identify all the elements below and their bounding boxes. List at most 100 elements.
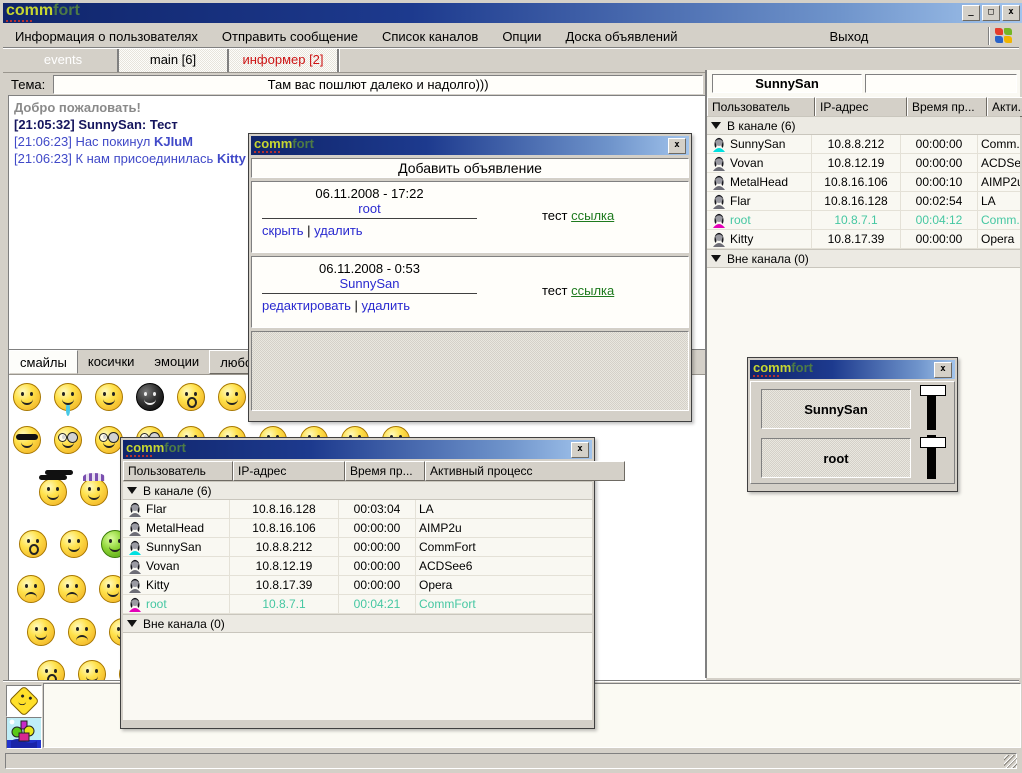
menu-item-2[interactable]: Список каналов — [370, 26, 490, 47]
board-entry-link[interactable]: ссылка — [571, 208, 614, 223]
user-row[interactable]: Kitty10.8.17.3900:00:00Opera — [123, 576, 592, 595]
maximize-button[interactable]: □ — [982, 5, 1000, 21]
column-header-2[interactable]: Время пр... — [345, 461, 425, 481]
user-name: SunnySan — [730, 137, 785, 151]
resize-grip[interactable] — [1004, 755, 1017, 768]
smiley-shades-icon[interactable] — [13, 426, 41, 454]
group-out-channel[interactable]: Вне канала (0) — [123, 614, 592, 633]
accessory-drop — [66, 404, 70, 416]
smiley-sad-icon[interactable] — [68, 618, 96, 646]
smiley-nerd-icon[interactable] — [54, 426, 82, 454]
minimize-button[interactable]: _ — [962, 5, 980, 21]
user-row[interactable]: SunnySan10.8.8.21200:00:00CommFort — [123, 538, 592, 557]
collapse-triangle-icon — [711, 255, 721, 267]
user-row[interactable]: MetalHead10.8.16.10600:00:10AIMP2u — [707, 173, 1020, 192]
user-avatar-icon — [712, 137, 726, 152]
column-header-3[interactable]: Акти... — [987, 97, 1022, 117]
volume-slider-handle[interactable] — [920, 437, 946, 448]
user-process-cell: CommFort — [416, 538, 592, 556]
smiley-indian-icon[interactable] — [80, 478, 108, 506]
smiley-oh-icon[interactable] — [177, 383, 205, 411]
board-action-удалить[interactable]: удалить — [314, 223, 362, 238]
board-entry-body: тест — [542, 208, 571, 223]
menu-item-4[interactable]: Доска объявлений — [553, 26, 689, 47]
menu-item-exit[interactable]: Выход — [817, 26, 880, 47]
user-row[interactable]: root10.8.7.100:04:21CommFort — [123, 595, 592, 614]
smiley-stare-icon[interactable] — [218, 383, 246, 411]
board-entry-link[interactable]: ссылка — [571, 283, 614, 298]
smiley-glasses-icon[interactable] — [95, 426, 123, 454]
user-row[interactable]: root10.8.7.100:04:12Comm... — [707, 211, 1020, 230]
user-row[interactable]: Vovan10.8.12.1900:00:00ACDSee6 — [707, 154, 1020, 173]
window-titlebar[interactable]: commfort _ □ x — [3, 3, 1022, 23]
close-button[interactable]: x — [1002, 5, 1020, 21]
smiley-tab-2[interactable]: эмоции — [144, 350, 209, 374]
user-name-cell: Flar — [123, 500, 230, 518]
smiley-dizzy-icon[interactable] — [27, 618, 55, 646]
users-window-titlebar[interactable]: commfort x — [123, 440, 592, 459]
user-row[interactable]: Vovan10.8.12.1900:00:00ACDSee6 — [123, 557, 592, 576]
smiley-frown-icon[interactable] — [17, 575, 45, 603]
column-header-0[interactable]: Пользователь — [123, 461, 233, 481]
smiley-smile-icon[interactable] — [78, 660, 106, 682]
group-in-channel[interactable]: В канале (6) — [123, 481, 592, 500]
smiley-plain-icon[interactable] — [13, 383, 41, 411]
user-time-cell: 00:00:00 — [339, 557, 416, 575]
smiley-cry-icon[interactable] — [54, 383, 82, 411]
smiley-hat-icon[interactable] — [39, 478, 67, 506]
volume-window-titlebar[interactable]: commfort x — [750, 360, 955, 379]
board-action-скрыть[interactable]: скрыть — [262, 223, 304, 238]
own-nick-box[interactable]: SunnySan — [712, 74, 862, 93]
smiley-smile-icon[interactable] — [60, 530, 88, 558]
add-announcement-button[interactable]: Добавить объявление — [251, 158, 689, 178]
chat-message: Добро пожаловать! — [14, 99, 709, 116]
column-header-1[interactable]: IP-адрес — [233, 461, 345, 481]
volume-user-box[interactable]: root — [761, 438, 911, 478]
own-smiley-avatar[interactable] — [6, 685, 42, 717]
user-row[interactable]: SunnySan10.8.8.21200:00:00Comm... — [707, 135, 1020, 154]
smiley-dark-icon[interactable] — [136, 383, 164, 411]
board-action-удалить[interactable]: удалить — [362, 298, 410, 313]
ship-avatar[interactable] — [6, 717, 42, 749]
column-header-3[interactable]: Активный процесс — [425, 461, 625, 481]
user-avatar-icon — [128, 597, 142, 612]
column-header-0[interactable]: Пользователь — [707, 97, 815, 117]
smiley-worried-icon[interactable] — [58, 575, 86, 603]
user-row[interactable]: Kitty10.8.17.3900:00:00Opera — [707, 230, 1020, 249]
smiley-tab-0[interactable]: смайлы — [9, 350, 78, 374]
tab-events[interactable]: events — [9, 49, 119, 72]
smiley-smile-icon[interactable] — [95, 383, 123, 411]
user-row[interactable]: Flar10.8.16.12800:03:04LA — [123, 500, 592, 519]
logo-fort: fort — [53, 2, 80, 19]
smiley-yawn-icon[interactable] — [19, 530, 47, 558]
board-entry-author[interactable]: SunnySan — [340, 276, 400, 291]
volume-user-box[interactable]: SunnySan — [761, 389, 911, 429]
smiley-tab-1[interactable]: косички — [78, 350, 145, 374]
user-row[interactable]: MetalHead10.8.16.10600:00:00AIMP2u — [123, 519, 592, 538]
user-row[interactable]: Flar10.8.16.12800:02:54LA — [707, 192, 1020, 211]
board-titlebar[interactable]: commfort x — [251, 136, 689, 155]
user-name: root — [146, 597, 167, 611]
board-action-редактировать[interactable]: редактировать — [262, 298, 351, 313]
column-header-2[interactable]: Время пр... — [907, 97, 987, 117]
group-out-channel[interactable]: Вне канала (0) — [707, 249, 1020, 268]
group-in-channel[interactable]: В канале (6) — [707, 116, 1020, 135]
volume-window-close-button[interactable]: x — [934, 362, 952, 378]
menu-item-1[interactable]: Отправить сообщение — [210, 26, 370, 47]
menu-item-0[interactable]: Информация о пользователях — [3, 26, 210, 47]
users-window-close-button[interactable]: x — [571, 442, 589, 458]
windows-logo-icon[interactable] — [995, 28, 1013, 44]
user-name-cell: SunnySan — [123, 538, 230, 556]
tab-main[interactable]: main [6] — [119, 49, 229, 72]
user-time-cell: 00:00:00 — [339, 538, 416, 556]
nick-extra-box[interactable] — [865, 74, 1017, 93]
volume-slider-handle[interactable] — [920, 385, 946, 396]
user-process-cell: Opera — [978, 230, 1020, 248]
board-close-button[interactable]: x — [668, 138, 686, 154]
board-entry-author[interactable]: root — [358, 201, 380, 216]
topic-input[interactable]: Там вас пошлют далеко и надолго))) — [53, 75, 703, 94]
menu-item-3[interactable]: Опции — [490, 26, 553, 47]
tab-informer[interactable]: информер [2] — [229, 49, 339, 72]
smiley-scream-icon[interactable] — [37, 660, 65, 682]
column-header-1[interactable]: IP-адрес — [815, 97, 907, 117]
